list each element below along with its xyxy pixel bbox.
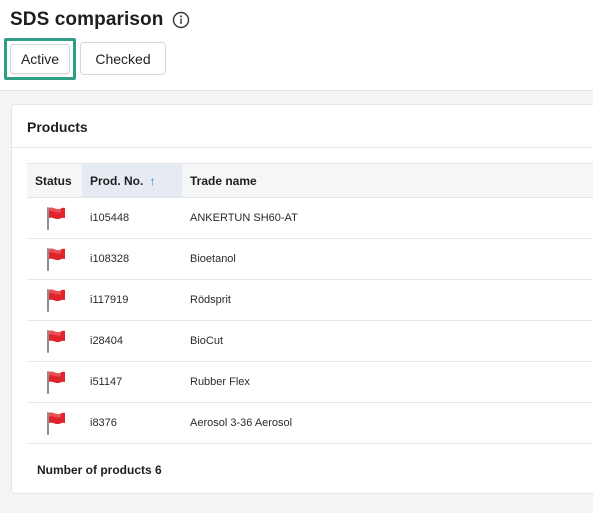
table-row[interactable]: i8376 Aerosol 3-36 Aerosol: [27, 402, 593, 444]
products-table: Status Prod. No. ↑ Trade name i105448 ANK…: [27, 163, 593, 444]
prod-no-cell: i108328: [82, 238, 182, 280]
page-header: SDS comparison: [10, 8, 190, 32]
table-row[interactable]: i105448 ANKERTUN SH60-AT: [27, 197, 593, 239]
panel-title: Products: [27, 119, 88, 135]
red-flag-icon: [43, 328, 67, 354]
prod-no-cell: i105448: [82, 197, 182, 239]
prod-no-cell: i51147: [82, 361, 182, 403]
status-cell: [27, 279, 82, 321]
trade-name-cell: ANKERTUN SH60-AT: [182, 197, 593, 239]
status-cell: [27, 238, 82, 280]
table-row[interactable]: i28404 BioCut: [27, 320, 593, 362]
product-count: Number of products 6: [37, 463, 162, 477]
table-header-row: Status Prod. No. ↑ Trade name: [27, 163, 593, 198]
prod-no-cell: i8376: [82, 402, 182, 444]
trade-name-cell: Rödsprit: [182, 279, 593, 321]
table-row[interactable]: i108328 Bioetanol: [27, 238, 593, 280]
table-row[interactable]: i117919 Rödsprit: [27, 279, 593, 321]
prod-no-cell: i117919: [82, 279, 182, 321]
red-flag-icon: [43, 205, 67, 231]
column-header-label: Prod. No.: [90, 173, 144, 188]
column-header-status[interactable]: Status: [27, 163, 82, 198]
column-header-trade-name[interactable]: Trade name: [182, 163, 593, 198]
trade-name-cell: Rubber Flex: [182, 361, 593, 403]
info-icon[interactable]: [172, 11, 190, 29]
status-tabs: Active Checked: [4, 38, 166, 80]
tab-active-focus-ring: Active: [4, 38, 76, 80]
red-flag-icon: [43, 246, 67, 272]
sort-ascending-icon: ↑: [149, 173, 156, 188]
trade-name-cell: Aerosol 3-36 Aerosol: [182, 402, 593, 444]
table-row[interactable]: i51147 Rubber Flex: [27, 361, 593, 403]
page-title: SDS comparison: [10, 9, 164, 30]
red-flag-icon: [43, 287, 67, 313]
tab-checked[interactable]: Checked: [80, 42, 166, 75]
status-cell: [27, 361, 82, 403]
trade-name-cell: Bioetanol: [182, 238, 593, 280]
tab-active[interactable]: Active: [10, 44, 70, 74]
status-cell: [27, 197, 82, 239]
column-header-label: Trade name: [190, 173, 257, 188]
column-header-label: Status: [35, 173, 72, 188]
prod-no-cell: i28404: [82, 320, 182, 362]
red-flag-icon: [43, 410, 67, 436]
column-header-prod-no[interactable]: Prod. No. ↑: [82, 163, 182, 198]
red-flag-icon: [43, 369, 67, 395]
trade-name-cell: BioCut: [182, 320, 593, 362]
status-cell: [27, 320, 82, 362]
products-panel: Products Status Prod. No. ↑ Trade name i1…: [11, 104, 593, 494]
status-cell: [27, 402, 82, 444]
panel-divider: [12, 147, 593, 148]
